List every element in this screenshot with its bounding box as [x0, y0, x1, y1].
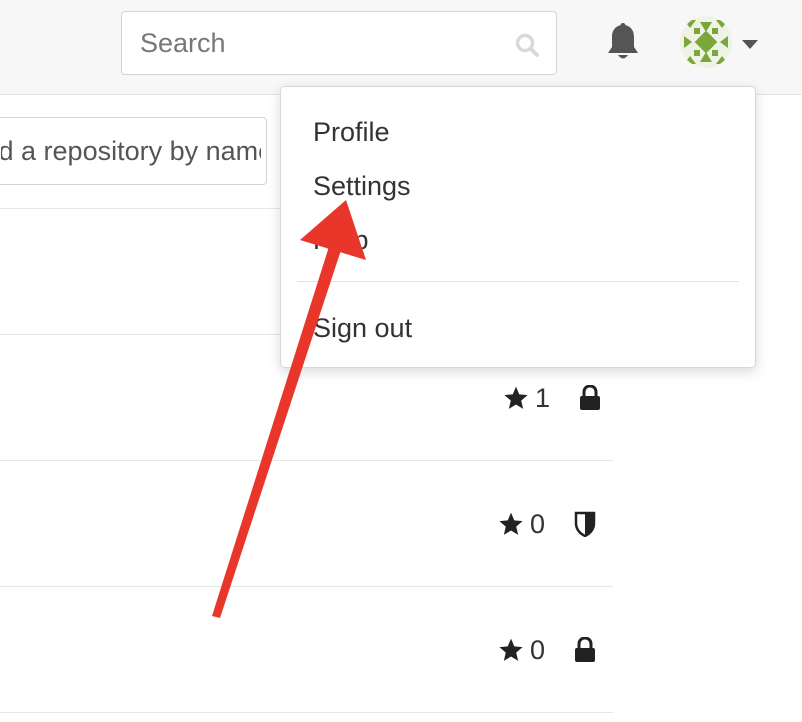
user-dropdown-menu: Profile Settings Help Sign out — [280, 86, 756, 368]
repo-row-meta: 0 — [498, 507, 596, 541]
menu-item-help[interactable]: Help — [313, 225, 369, 256]
user-menu-toggle[interactable] — [680, 16, 762, 70]
search-icon[interactable] — [514, 32, 540, 58]
lock-icon — [575, 637, 595, 662]
list-divider — [0, 460, 613, 461]
bell-icon[interactable] — [604, 22, 642, 62]
repo-row-meta: 0 — [498, 633, 596, 667]
repository-filter[interactable] — [0, 117, 267, 185]
list-divider — [0, 586, 613, 587]
filter-input[interactable] — [0, 118, 261, 184]
star-icon[interactable] — [498, 637, 524, 663]
star-count: 0 — [530, 634, 546, 665]
repo-row-meta: 1 — [503, 381, 601, 415]
lock-icon — [580, 385, 600, 410]
star-count: 0 — [530, 508, 546, 539]
caret-down-icon[interactable] — [742, 40, 758, 49]
search-input[interactable] — [140, 12, 510, 74]
menu-item-profile[interactable]: Profile — [313, 117, 390, 148]
star-icon[interactable] — [498, 511, 524, 537]
avatar[interactable] — [680, 16, 732, 68]
star-count: 1 — [535, 382, 551, 413]
list-divider — [0, 712, 613, 713]
identicon-avatar-icon — [680, 16, 732, 68]
search-box[interactable] — [121, 11, 557, 75]
top-navigation-bar — [0, 0, 802, 95]
menu-item-sign-out[interactable]: Sign out — [313, 313, 412, 344]
menu-item-settings[interactable]: Settings — [313, 171, 411, 202]
menu-divider — [297, 281, 739, 282]
star-icon[interactable] — [503, 385, 529, 411]
shield-icon — [574, 511, 596, 537]
